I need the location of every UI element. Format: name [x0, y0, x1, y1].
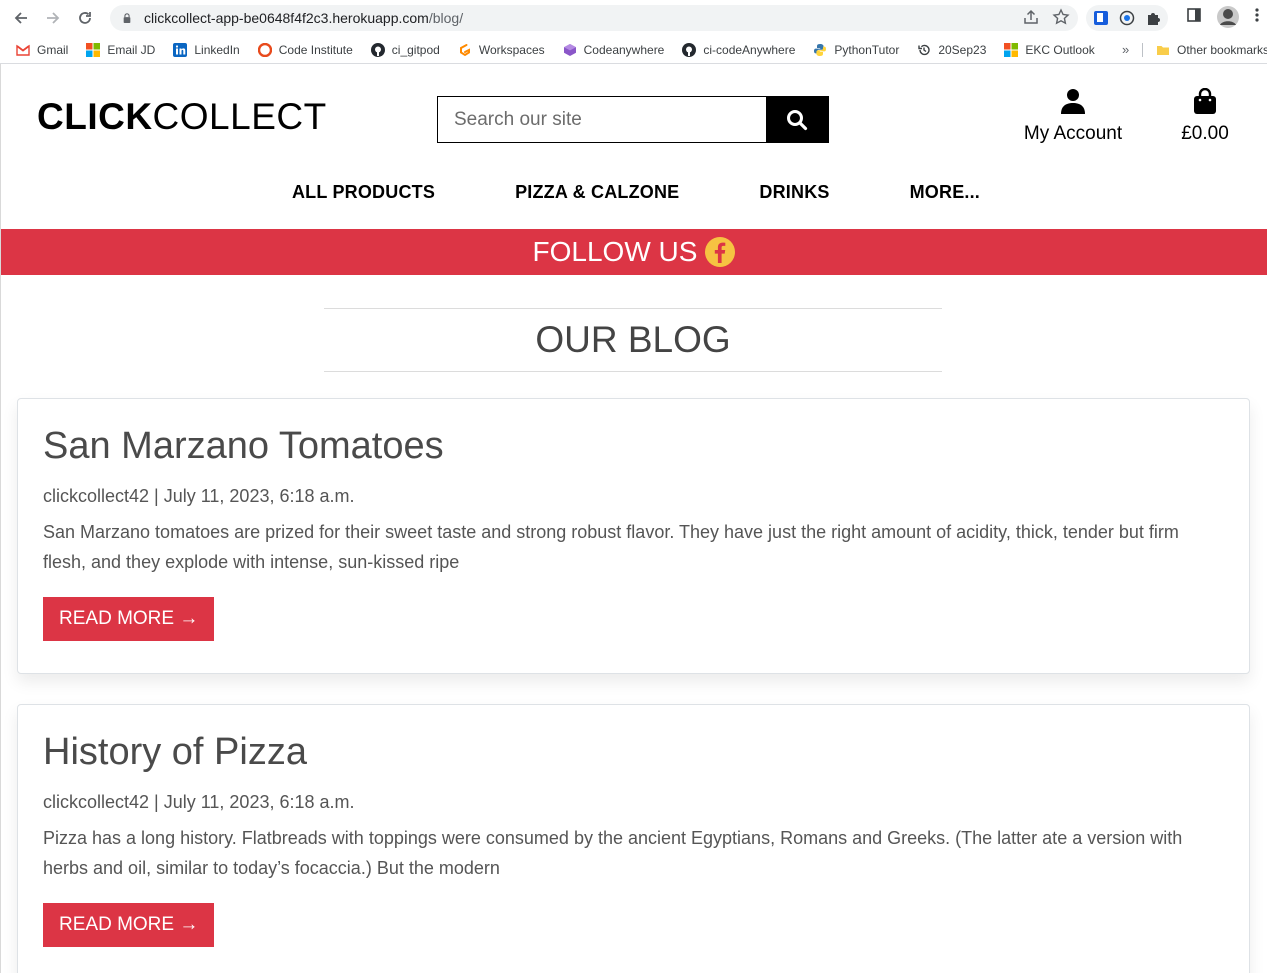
nav-more[interactable]: MORE... [910, 182, 980, 203]
python-icon [814, 43, 827, 56]
bookmark-label: PythonTutor [834, 42, 900, 57]
share-icon[interactable] [1022, 8, 1040, 31]
bookmark-label: ci-codeAnywhere [703, 42, 796, 57]
bookmark-gmail[interactable]: Gmail [16, 43, 68, 57]
bitwarden-extension-icon[interactable] [1092, 9, 1110, 27]
bookmark-workspaces[interactable]: Workspaces [458, 43, 545, 57]
bookmark-ci-codeanywhere[interactable]: ci-codeAnywhere [682, 42, 796, 57]
gmail-icon [16, 44, 30, 56]
bookmark-label: 20Sep23 [938, 42, 987, 57]
other-bookmarks-label: Other bookmarks [1177, 43, 1267, 57]
page-content: CLICKCOLLECT My Account £0.00 ALL PRODUC… [0, 64, 1267, 973]
logo-rest: COLLECT [152, 96, 327, 137]
bookmark-label: EKC Outlook [1025, 42, 1095, 57]
post-meta: clickcollect42 | July 11, 2023, 6:18 a.m… [43, 486, 355, 506]
logo-bold: CLICK [37, 96, 153, 137]
site-search [437, 96, 829, 143]
bookmark-pythontutor[interactable]: PythonTutor [813, 43, 899, 57]
microsoft-icon [1004, 42, 1019, 57]
history-icon [918, 44, 931, 55]
bookmark-codeanywhere[interactable]: Codeanywhere [563, 42, 665, 57]
read-more-button[interactable]: READ MORE → [43, 903, 215, 947]
account-label: My Account [1023, 123, 1123, 144]
page-title: OUR BLOG [324, 308, 942, 372]
url-path: /blog/ [428, 10, 464, 26]
codeanywhere-icon [563, 43, 576, 56]
reload-icon[interactable] [72, 5, 98, 31]
forward-icon[interactable] [40, 5, 66, 31]
nav-all-products[interactable]: ALL PRODUCTS [292, 182, 435, 203]
side-panel-icon[interactable] [1186, 7, 1202, 23]
follow-us-banner[interactable]: FOLLOW US [1, 229, 1267, 275]
post-excerpt: Pizza has a long history. Flatbreads wit… [43, 828, 1183, 878]
gitpod-icon [459, 43, 470, 56]
linkedin-icon [173, 42, 188, 57]
bookmark-linkedin[interactable]: LinkedIn [173, 42, 240, 57]
extensions-area [1086, 5, 1168, 31]
post-title[interactable]: History of Pizza [43, 731, 1224, 774]
post-excerpt: San Marzano tomatoes are prized for thei… [43, 522, 1179, 572]
puzzle-icon[interactable] [1144, 9, 1162, 27]
search-input[interactable] [438, 97, 766, 142]
post-meta: clickcollect42 | July 11, 2023, 6:18 a.m… [43, 792, 355, 812]
password-extension-icon[interactable] [1118, 9, 1136, 27]
bookmark-20sep23[interactable]: 20Sep23 [917, 43, 986, 57]
nav-pizza-calzone[interactable]: PIZZA & CALZONE [515, 182, 679, 203]
bookmark-ekc-outlook[interactable]: EKC Outlook [1004, 42, 1095, 57]
folder-icon [1157, 46, 1169, 55]
github-icon [370, 42, 385, 57]
main-nav: ALL PRODUCTS PIZZA & CALZONE DRINKS MORE… [1, 182, 1267, 203]
bookmark-label: Workspaces [478, 42, 545, 57]
site-logo[interactable]: CLICKCOLLECT [37, 96, 327, 138]
bookmark-label: Codeanywhere [583, 42, 665, 57]
search-button[interactable] [766, 97, 828, 142]
address-bar[interactable]: clickcollect-app-be0648f4f2c3.herokuapp.… [110, 5, 1078, 31]
avatar[interactable] [1216, 5, 1240, 29]
bookmark-star-icon[interactable] [1052, 8, 1070, 31]
github-icon [682, 42, 697, 57]
user-icon [1061, 89, 1085, 114]
microsoft-icon [86, 42, 101, 57]
shopping-bag-icon [1194, 87, 1216, 114]
facebook-icon[interactable] [705, 237, 736, 267]
back-icon[interactable] [8, 5, 34, 31]
more-bookmarks-chevron[interactable]: » [1122, 42, 1129, 57]
shopping-bag-link[interactable]: £0.00 [1177, 87, 1233, 145]
blog-post-card: San Marzano Tomatoes clickcollect42 | Ju… [17, 398, 1250, 674]
bookmark-label: Gmail [37, 42, 69, 57]
nav-drinks[interactable]: DRINKS [759, 182, 829, 203]
bookmark-code-institute[interactable]: Code Institute [257, 42, 353, 57]
browser-menu-icon[interactable] [1254, 7, 1260, 23]
bookmark-label: Code Institute [278, 42, 353, 57]
bookmark-label: LinkedIn [194, 42, 240, 57]
url-host: clickcollect-app-be0648f4f2c3.herokuapp.… [144, 10, 429, 26]
lock-icon [123, 13, 131, 23]
code-institute-icon [257, 42, 272, 57]
cart-total: £0.00 [1181, 123, 1229, 144]
bookmark-email-jd[interactable]: Email JD [86, 42, 156, 57]
other-bookmarks-folder[interactable]: Other bookmarks [1156, 43, 1267, 57]
blog-post-card: History of Pizza clickcollect42 | July 1… [17, 704, 1250, 973]
my-account-link[interactable]: My Account [1019, 88, 1127, 145]
bookmark-label: ci_gitpod [391, 42, 440, 57]
search-icon [787, 109, 808, 130]
read-more-button[interactable]: READ MORE → [43, 597, 215, 641]
post-title[interactable]: San Marzano Tomatoes [43, 425, 1224, 468]
browser-toolbar: clickcollect-app-be0648f4f2c3.herokuapp.… [0, 0, 1267, 36]
bookmarks-bar: Gmail Email JD LinkedIn Code Institute c… [0, 36, 1267, 64]
bookmark-label: Email JD [107, 42, 156, 57]
follow-us-text: FOLLOW US [532, 236, 698, 267]
bookmark-separator [1142, 43, 1143, 57]
bookmark-ci-gitpod[interactable]: ci_gitpod [370, 42, 440, 57]
